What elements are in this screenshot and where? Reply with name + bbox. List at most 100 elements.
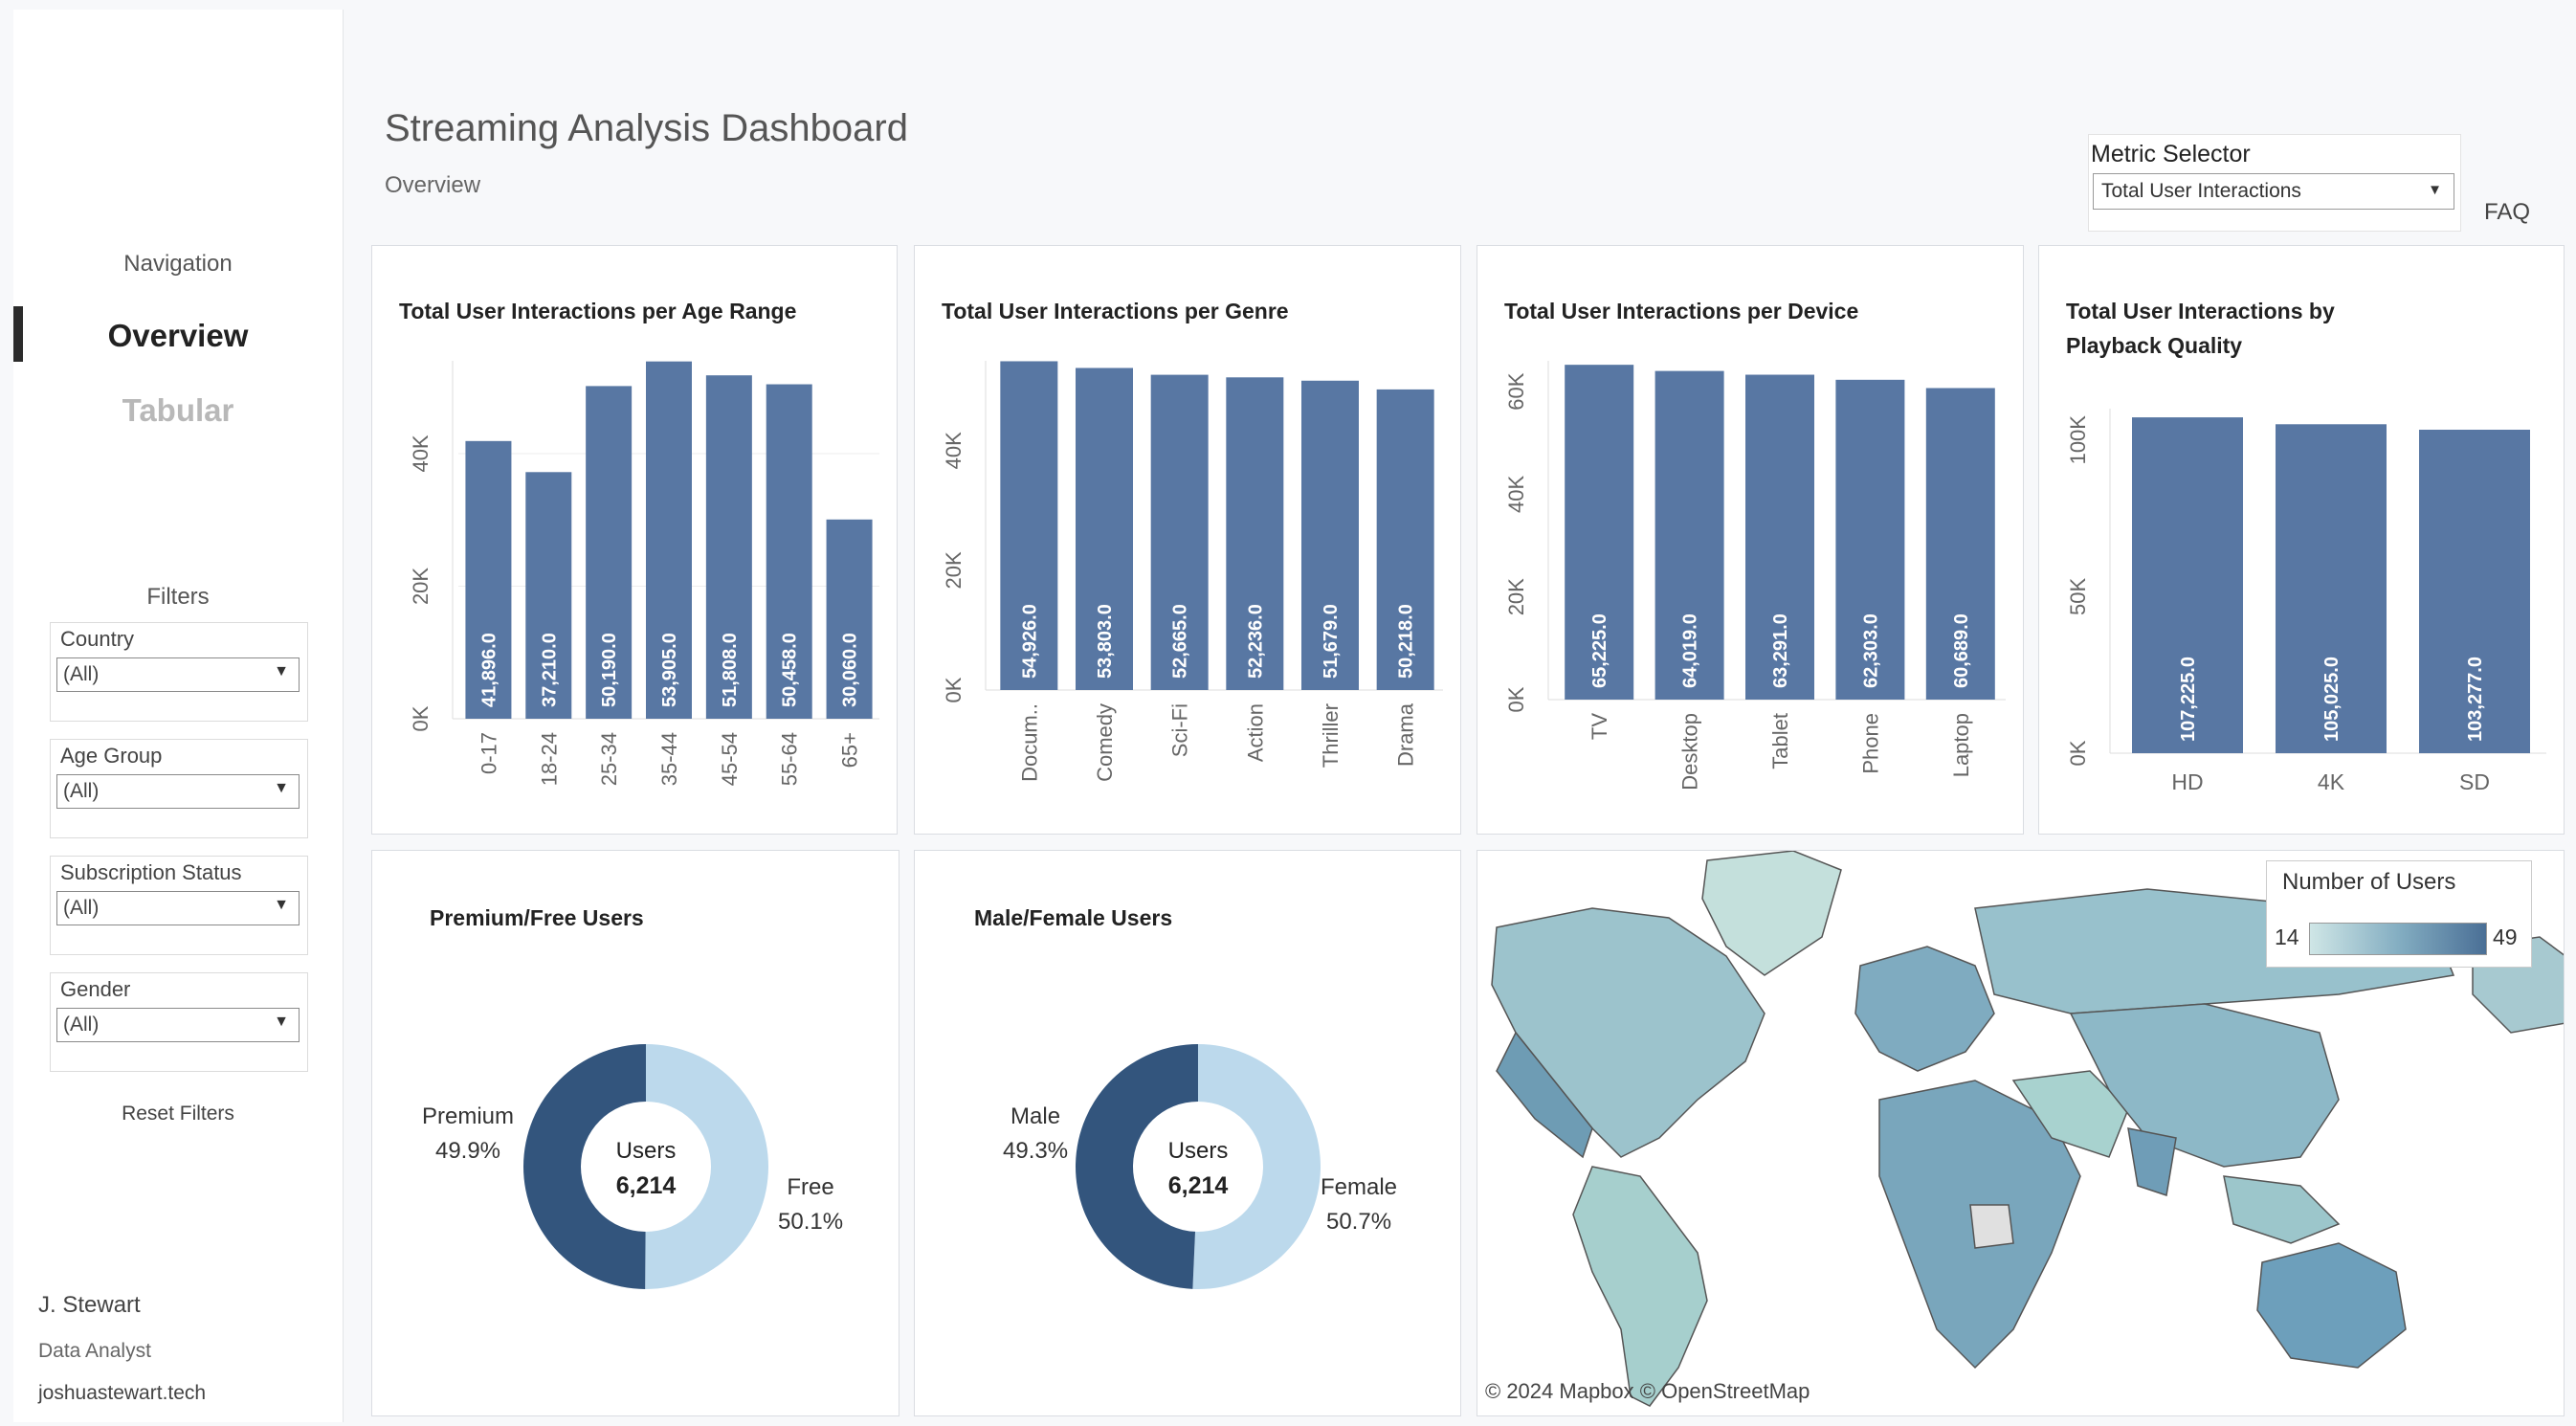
bar-value-label: 54,926.0 (1019, 604, 1040, 679)
y-tick-label: 100K (2066, 415, 2090, 465)
page-title: Streaming Analysis Dashboard (385, 107, 908, 149)
filter-age-group: Age Group (All) ▼ (50, 739, 308, 838)
x-tick-label: 45-54 (718, 732, 742, 786)
donut-label-female: Female 50.7% (1321, 1170, 1397, 1239)
author-site-link[interactable]: joshuastewart.tech (38, 1382, 206, 1405)
bar-value-label: 50,218.0 (1396, 604, 1417, 679)
male-female-panel: Male/Female Users Male 49.3% Female 50.7… (914, 850, 1461, 1416)
slice-percent: 49.3% (1003, 1138, 1069, 1164)
caret-down-icon: ▼ (274, 1014, 289, 1030)
map-credit: © 2024 Mapbox © OpenStreetMap (1485, 1379, 1810, 1403)
legend-max: 49 (2493, 925, 2518, 949)
bar-value-label: 63,291.0 (1770, 613, 1791, 688)
metric-selector: Metric Selector Total User Interactions … (2088, 134, 2461, 232)
center-label: Users (615, 1138, 677, 1164)
x-tick-label: Thriller (1319, 703, 1343, 768)
age-range-chart-panel: Total User Interactions per Age Range 0K… (371, 245, 898, 835)
sidebar: Navigation Overview Tabular Filters Coun… (13, 10, 344, 1422)
filter-country: Country (All) ▼ (50, 622, 308, 722)
x-tick-label: Desktop (1678, 713, 1702, 791)
x-tick-label: Sci-Fi (1168, 703, 1192, 757)
slice-percent: 50.7% (1325, 1209, 1392, 1235)
nav-item-tabular[interactable]: Tabular (13, 392, 343, 429)
x-tick-label: TV (1588, 713, 1611, 740)
metric-selector-label: Metric Selector (2091, 141, 2251, 167)
gender-dropdown[interactable]: (All) ▼ (56, 1008, 300, 1042)
caret-down-icon: ▼ (274, 897, 289, 913)
y-tick-label: 0K (1504, 686, 1528, 712)
bar-value-label: 30,060.0 (840, 633, 861, 707)
x-tick-label: 65+ (838, 732, 862, 768)
premium-free-panel: Premium/Free Users Premium 49.9% Free 50… (371, 850, 899, 1416)
faq-link[interactable]: FAQ (2484, 199, 2530, 226)
bar-value-label: 105,025.0 (2321, 657, 2343, 742)
slice-percent: 49.9% (434, 1138, 501, 1164)
y-tick-label: 40K (942, 432, 966, 469)
y-tick-label: 0K (942, 677, 966, 702)
donut-center: Users 6,214 (1131, 1134, 1265, 1204)
bar-value-label: 50,458.0 (780, 633, 801, 707)
x-tick-label: Comedy (1093, 703, 1117, 782)
center-value: 6,214 (1167, 1172, 1229, 1199)
navigation-title: Navigation (123, 251, 233, 277)
x-tick-label: Laptop (1949, 713, 1973, 777)
x-tick-label: HD (2171, 769, 2203, 794)
x-tick-label: Docum.. (1017, 703, 1041, 782)
filter-label: Gender (60, 977, 131, 1001)
x-tick-label: Tablet (1768, 713, 1792, 769)
country-dropdown[interactable]: (All) ▼ (56, 657, 300, 692)
author-name: J. Stewart (38, 1292, 141, 1318)
slice-name: Free (787, 1174, 834, 1200)
filter-label: Subscription Status (60, 860, 242, 884)
reset-filters-button[interactable]: Reset Filters (13, 1103, 343, 1125)
y-tick-label: 20K (1504, 578, 1528, 615)
filter-value: (All) (63, 897, 100, 919)
caret-down-icon: ▼ (2428, 182, 2442, 198)
playback-quality-bar-chart: 0K 50K 100K 107,225.0 HD 105,025.0 4K 103,277.0… (2066, 409, 2546, 794)
donut-label-free: Free 50.1% (778, 1170, 843, 1239)
filter-value: (All) (63, 780, 100, 802)
bar-value-label: 65,225.0 (1589, 613, 1610, 688)
slice-percent: 50.1% (778, 1209, 844, 1235)
bar-value-label: 41,896.0 (478, 633, 500, 707)
filter-gender: Gender (All) ▼ (50, 972, 308, 1072)
legend-title: Number of Users (2282, 869, 2456, 895)
bar-value-label: 60,689.0 (1951, 613, 1972, 688)
filter-label: Age Group (60, 744, 163, 768)
metric-selector-value: Total User Interactions (2101, 180, 2301, 202)
map-legend: Number of Users 14 49 (2266, 860, 2532, 968)
x-tick-label: 35-44 (657, 732, 681, 786)
genre-chart-panel: Total User Interactions per Genre 0K 20K 4… (914, 245, 1461, 835)
bar-value-label: 37,210.0 (539, 633, 560, 707)
x-tick-label: 55-64 (778, 732, 802, 786)
legend-gradient (2309, 923, 2487, 955)
device-chart-panel: Total User Interactions per Device 0K 20K… (1477, 245, 2024, 835)
legend-min: 14 (2275, 925, 2299, 949)
y-tick-label: 20K (942, 551, 966, 589)
y-tick-label: 20K (409, 568, 433, 605)
nav-item-overview[interactable]: Overview (13, 318, 343, 354)
genre-bar-chart: 0K 20K 40K 54,926.0 Docum.. 53,803.0 Comedy 52,… (942, 361, 1443, 782)
author-role: Data Analyst (38, 1340, 151, 1362)
center-value: 6,214 (615, 1172, 677, 1199)
age-range-bar-chart: 0K 20K 40K 41,896.0 0-17 37,210.0 18-24 50,190.… (409, 361, 879, 786)
x-tick-label: 4K (2318, 769, 2345, 794)
bar-value-label: 51,679.0 (1321, 604, 1342, 679)
slice-name: Female (1321, 1174, 1398, 1200)
y-tick-label: 50K (2066, 577, 2090, 614)
x-tick-label: SD (2459, 769, 2490, 794)
metric-selector-dropdown[interactable]: Total User Interactions ▼ (2093, 173, 2454, 210)
age-group-dropdown[interactable]: (All) ▼ (56, 774, 300, 809)
caret-down-icon: ▼ (274, 780, 289, 796)
filter-label: Country (60, 627, 135, 651)
bar-value-label: 62,303.0 (1860, 613, 1881, 688)
x-tick-label: Drama (1394, 702, 1418, 767)
bar-value-label: 52,236.0 (1245, 604, 1266, 679)
x-tick-label: 25-34 (597, 732, 621, 786)
x-tick-label: Action (1243, 703, 1267, 762)
bar-value-label: 50,190.0 (599, 633, 620, 707)
y-tick-label: 0K (2066, 740, 2090, 766)
world-map-panel[interactable]: Number of Users 14 49 © 2024 Mapbox © Op… (1477, 850, 2565, 1416)
subscription-status-dropdown[interactable]: (All) ▼ (56, 891, 300, 925)
y-tick-label: 40K (1504, 476, 1528, 513)
